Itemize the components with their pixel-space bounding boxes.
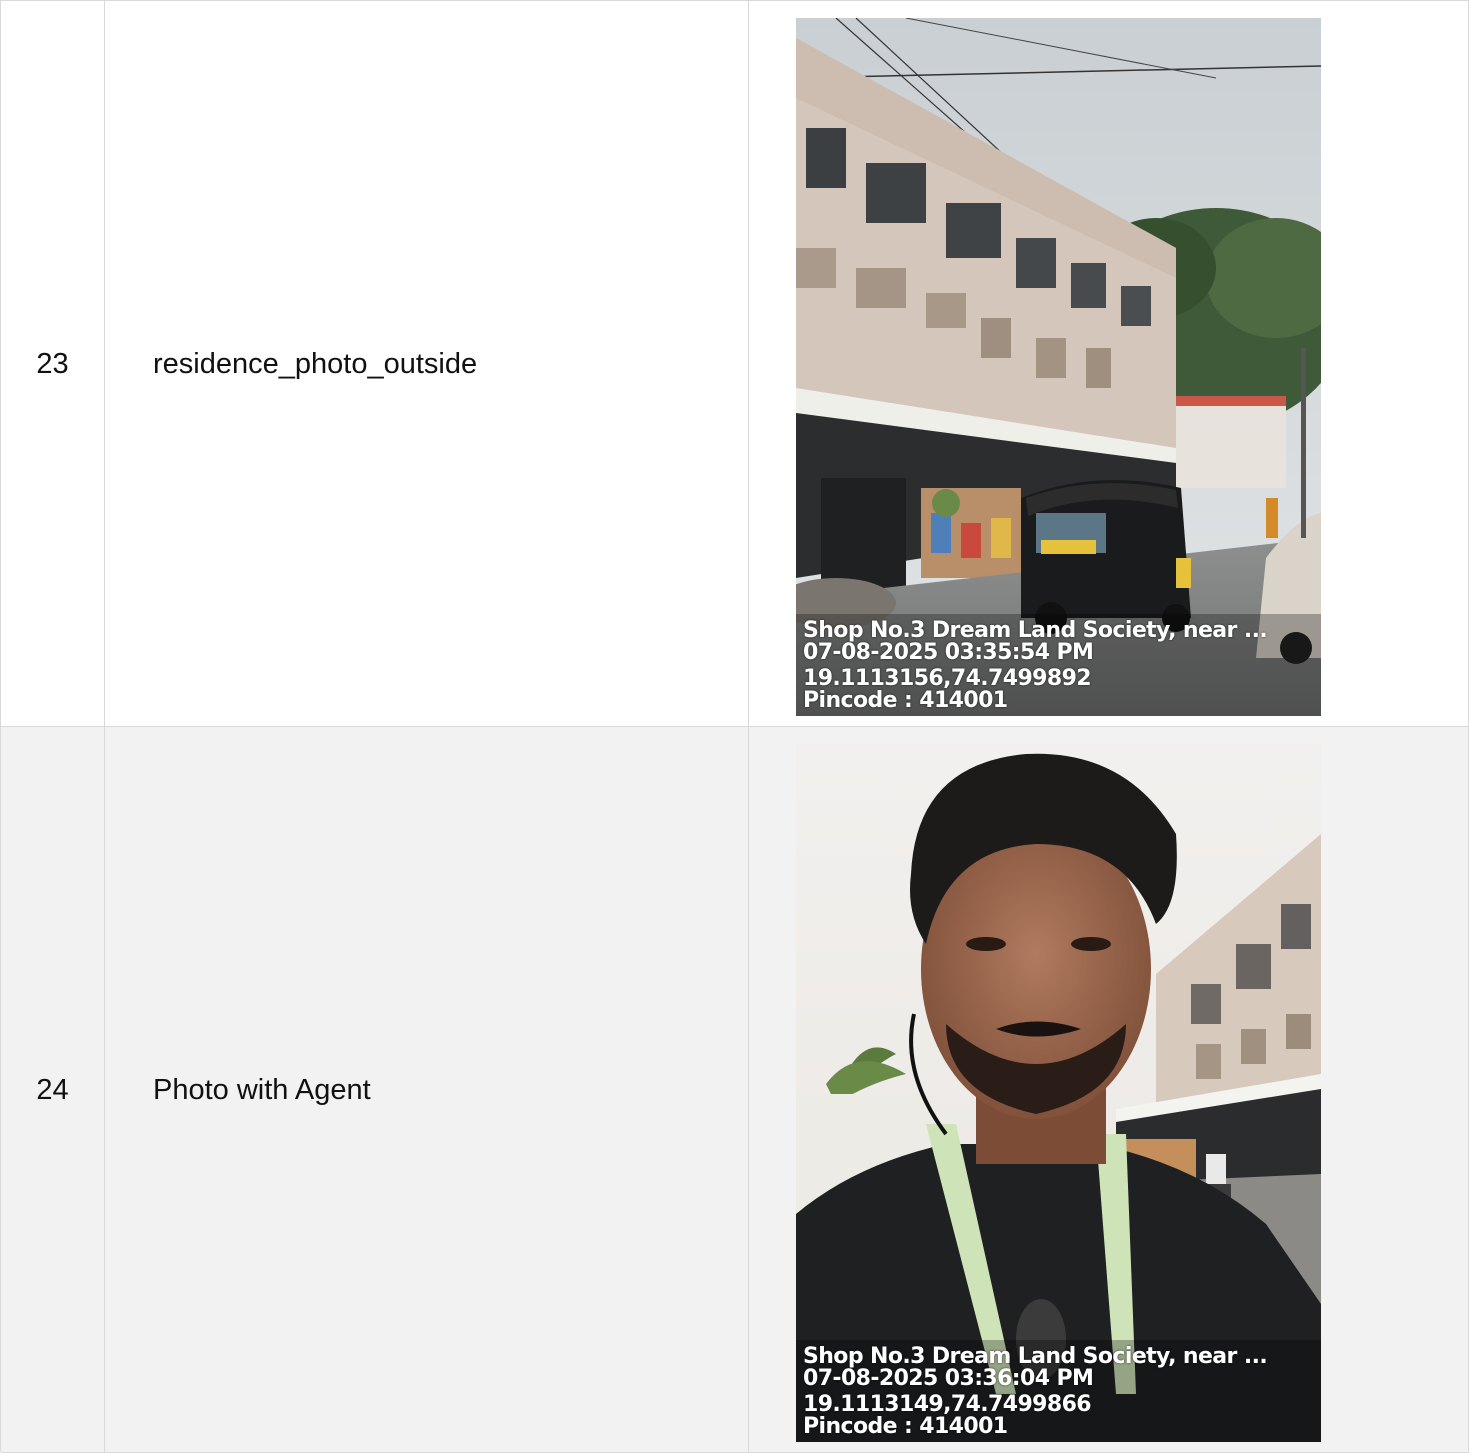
row-photo-cell: Shop No.3 Dream Land Society, near ... 0… <box>749 1 1469 726</box>
caption-coordinates: 19.1113149,74.7499866 <box>803 1392 1092 1417</box>
caption-pincode: Pincode : 414001 <box>803 688 1008 713</box>
residence-photo-image <box>796 18 1321 716</box>
photo-caption-overlay: Shop No.3 Dream Land Society, near ... 0… <box>796 614 1321 716</box>
row-number-cell: 24 <box>1 727 105 1452</box>
agent-photo-image <box>796 744 1321 1442</box>
caption-datetime: 07-08-2025 03:36:04 PM <box>803 1366 1094 1391</box>
residence-photo[interactable]: Shop No.3 Dream Land Society, near ... 0… <box>796 18 1321 716</box>
table-row: 24 Photo with Agent Shop No.3 Dream Land… <box>1 727 1469 1453</box>
caption-address: Shop No.3 Dream Land Society, near ... <box>803 1344 1268 1369</box>
row-photo-cell: Shop No.3 Dream Land Society, near ... 0… <box>749 727 1469 1452</box>
row-label: residence_photo_outside <box>153 347 478 380</box>
caption-address: Shop No.3 Dream Land Society, near ... <box>803 618 1268 643</box>
row-number: 23 <box>36 347 69 380</box>
row-label-cell: Photo with Agent <box>105 727 749 1452</box>
agent-photo[interactable]: Shop No.3 Dream Land Society, near ... 0… <box>796 744 1321 1442</box>
row-label: Photo with Agent <box>153 1073 371 1106</box>
caption-datetime: 07-08-2025 03:35:54 PM <box>803 640 1094 665</box>
row-number-cell: 23 <box>1 1 105 726</box>
photo-caption-overlay: Shop No.3 Dream Land Society, near ... 0… <box>796 1340 1321 1442</box>
caption-pincode: Pincode : 414001 <box>803 1414 1008 1439</box>
row-number: 24 <box>36 1073 69 1106</box>
photo-table: 23 residence_photo_outside Shop No.3 Dre… <box>0 0 1469 1453</box>
table-row: 23 residence_photo_outside Shop No.3 Dre… <box>1 1 1469 727</box>
caption-coordinates: 19.1113156,74.7499892 <box>803 666 1092 691</box>
row-label-cell: residence_photo_outside <box>105 1 749 726</box>
